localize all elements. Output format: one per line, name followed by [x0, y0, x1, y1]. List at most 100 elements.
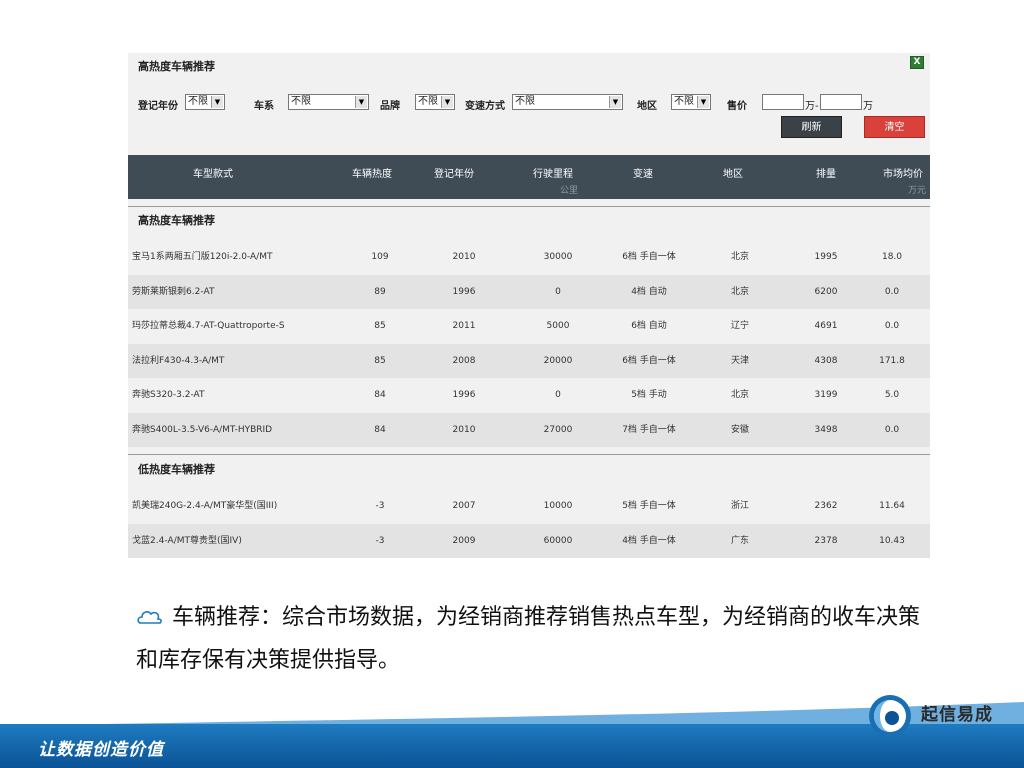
cell-model: 玛莎拉蒂总裁4.7-AT-Quattroporte-S	[132, 321, 285, 331]
filter-year-select[interactable]: 不限 ▼	[185, 94, 225, 110]
high-heat-group-title: 高热度车辆推荐	[138, 214, 215, 227]
column-header-region[interactable]: 地区	[718, 165, 748, 180]
column-header-km[interactable]: 行驶里程 公里	[528, 165, 578, 196]
column-header-price-unit: 万元	[907, 186, 926, 196]
filter-region-select[interactable]: 不限 ▼	[671, 94, 711, 110]
filter-series-value: 不限	[291, 96, 311, 107]
filter-transmission-select[interactable]: 不限 ▼	[512, 94, 623, 110]
cloud-outline-icon	[136, 601, 164, 641]
cell-model: 宝马1系两厢五门版120i-2.0-A/MT	[132, 252, 273, 262]
column-header-km-label: 行驶里程	[533, 169, 573, 180]
table-row[interactable]: 戈蓝2.4-A/MT尊贵型(国IV) -3 2009 60000 4档 手自一体 广东 23…	[128, 523, 930, 558]
chevron-down-icon: ▼	[609, 96, 621, 108]
filter-series-select[interactable]: 不限 ▼	[288, 94, 369, 110]
table-row[interactable]: 宝马1系两厢五门版120i-2.0-A/MT 109 2010 30000 6档 手自一…	[128, 240, 930, 274]
cell-disp: 4691	[814, 321, 838, 331]
filter-brand-label: 品牌	[380, 101, 400, 112]
column-header-model[interactable]: 车型款式	[178, 165, 248, 180]
chevron-down-icon: ▼	[697, 96, 709, 108]
cell-region: 安徽	[730, 424, 749, 435]
table-row[interactable]: 玛莎拉蒂总裁4.7-AT-Quattroporte-S 85 2011 5000 6档 …	[128, 309, 930, 343]
cell-disp: 3199	[814, 390, 838, 400]
cell-year: 2010	[452, 252, 476, 262]
cell-price: 10.43	[879, 535, 905, 546]
cell-model: 凯美瑞240G-2.4-A/MT豪华型(国III)	[132, 501, 278, 511]
cell-year: 2010	[452, 424, 476, 435]
cell-heat: 84	[374, 424, 386, 435]
filter-price-label: 售价	[727, 101, 747, 112]
table-row[interactable]: 劳斯莱斯银刺6.2-AT 89 1996 0 4档 自动 北京 6200 0.0	[128, 274, 930, 309]
company-logo-icon	[869, 695, 911, 737]
cell-km: 10000	[543, 501, 573, 511]
cell-model: 法拉利F430-4.3-A/MT	[132, 355, 225, 366]
cell-heat: 84	[374, 390, 386, 400]
filter-year-value: 不限	[188, 96, 208, 107]
column-header-transmission[interactable]: 变速	[628, 165, 658, 180]
cell-model: 劳斯莱斯银刺6.2-AT	[132, 286, 215, 297]
cell-year: 2007	[452, 501, 476, 511]
cell-price: 18.0	[881, 252, 903, 262]
table-row[interactable]: 奔驰S320-3.2-AT 84 1996 0 5档 手动 北京 3199 5.0	[128, 378, 930, 412]
excel-export-icon[interactable]: X	[910, 56, 924, 69]
cell-price: 0.0	[884, 321, 900, 331]
cell-disp: 3498	[814, 424, 838, 435]
slide: 高热度车辆推荐 X 登记年份 不限 ▼ 车系 不限 ▼ 品牌 不限 ▼ 变速方式…	[0, 0, 1024, 768]
chevron-down-icon: ▼	[355, 96, 367, 108]
cell-year: 2008	[452, 355, 476, 366]
chevron-down-icon: ▼	[441, 96, 453, 108]
company-name: 起信易成	[921, 705, 993, 725]
cell-trans: 5档 手自一体	[622, 501, 676, 511]
clear-button[interactable]: 清空	[864, 116, 925, 138]
cell-km: 5000	[546, 321, 570, 331]
cell-price: 0.0	[884, 424, 900, 435]
divider	[128, 206, 930, 207]
cell-heat: -3	[375, 535, 385, 546]
cell-price: 5.0	[884, 390, 900, 400]
cell-disp: 2362	[814, 501, 838, 511]
cell-region: 北京	[730, 252, 749, 262]
cell-trans: 6档 手自一体	[622, 252, 676, 262]
price-min-input[interactable]	[762, 94, 804, 110]
column-header-displacement[interactable]: 排量	[813, 165, 839, 180]
chevron-down-icon: ▼	[211, 96, 223, 108]
price-unit: 万	[863, 101, 873, 112]
cell-region: 辽宁	[730, 321, 749, 331]
cell-heat: 89	[374, 286, 386, 297]
cell-heat: 109	[371, 252, 389, 262]
cell-trans: 4档 手自一体	[622, 535, 676, 546]
refresh-button[interactable]: 刷新	[781, 116, 842, 138]
column-header-km-unit: 公里	[559, 186, 578, 196]
filter-brand-select[interactable]: 不限 ▼	[415, 94, 455, 110]
column-header-heat[interactable]: 车辆热度	[342, 165, 402, 180]
cell-price: 11.64	[879, 501, 905, 511]
cell-km: 20000	[543, 355, 573, 366]
low-heat-group-title: 低热度车辆推荐	[138, 463, 215, 476]
filter-transmission-label: 变速方式	[465, 101, 505, 112]
cell-trans: 5档 手动	[631, 390, 667, 400]
footer-slogan: 让数据创造价值	[38, 740, 164, 760]
cell-km: 0	[555, 286, 561, 297]
filter-region-label: 地区	[637, 101, 657, 112]
cell-disp: 6200	[814, 286, 838, 297]
cell-trans: 6档 自动	[631, 321, 667, 331]
cell-region: 浙江	[730, 501, 749, 511]
cell-km: 30000	[543, 252, 573, 262]
cell-model: 奔驰S320-3.2-AT	[132, 390, 205, 400]
filter-brand-value: 不限	[418, 96, 438, 107]
table-row[interactable]: 奔驰S400L-3.5-V6-A/MT-HYBRID 84 2010 27000 7档 …	[128, 412, 930, 447]
cell-year: 2011	[452, 321, 476, 331]
cell-heat: 85	[374, 355, 386, 366]
table-row[interactable]: 法拉利F430-4.3-A/MT 85 2008 20000 6档 手自一体 天津 4308…	[128, 343, 930, 378]
price-max-input[interactable]	[820, 94, 862, 110]
table-header: 车型款式 车辆热度 登记年份 行驶里程 公里 变速 地区 排量 市场均价 万元	[128, 155, 930, 199]
caption-text: 车辆推荐：综合市场数据，为经销商推荐销售热点车型，为经销商的收车决策和库存保有决…	[136, 605, 921, 673]
cell-price: 0.0	[884, 286, 900, 297]
filter-region-value: 不限	[674, 96, 694, 107]
cell-region: 北京	[730, 286, 749, 297]
column-header-price[interactable]: 市场均价 万元	[880, 165, 926, 196]
cell-trans: 4档 自动	[631, 286, 667, 297]
table-row[interactable]: 凯美瑞240G-2.4-A/MT豪华型(国III) -3 2007 10000 5档 手…	[128, 489, 930, 523]
cell-trans: 7档 手自一体	[622, 424, 676, 435]
column-header-year[interactable]: 登记年份	[426, 165, 482, 180]
slide-caption: 车辆推荐：综合市场数据，为经销商推荐销售热点车型，为经销商的收车决策和库存保有决…	[136, 598, 926, 681]
